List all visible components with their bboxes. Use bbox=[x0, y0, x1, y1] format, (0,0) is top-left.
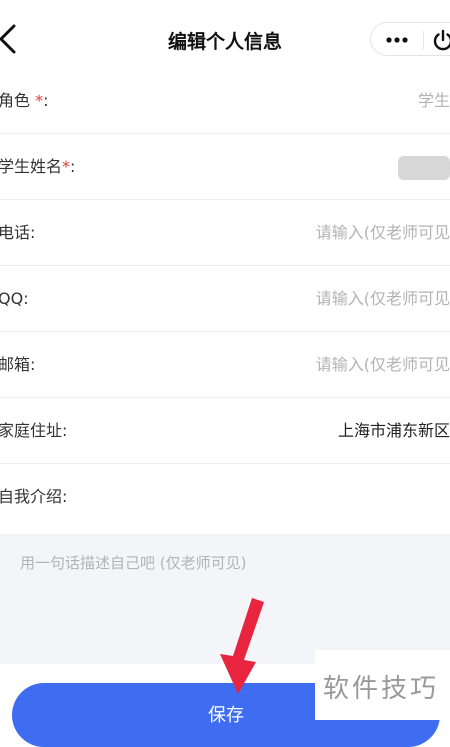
address-row[interactable]: 家庭住址: 上海市浦东新区 bbox=[0, 398, 450, 464]
student-name-row[interactable]: 学生姓名*: bbox=[0, 134, 450, 200]
phone-input[interactable]: 请输入(仅老师可见 bbox=[316, 200, 450, 266]
student-name-label: 学生姓名*: bbox=[0, 134, 75, 200]
address-input[interactable]: 上海市浦东新区 bbox=[338, 398, 450, 464]
role-label-text: 角色 bbox=[0, 91, 31, 110]
role-label: 角色 *: bbox=[0, 68, 49, 134]
role-row[interactable]: 角色 *: 学生 bbox=[0, 68, 450, 134]
required-mark: * bbox=[35, 91, 44, 110]
email-input[interactable]: 请输入(仅老师可见 bbox=[316, 332, 450, 398]
role-colon: : bbox=[43, 91, 49, 110]
capsule-divider bbox=[423, 31, 424, 49]
intro-label: 自我介绍: bbox=[0, 487, 68, 506]
mini-program-capsule bbox=[370, 22, 450, 56]
qq-row[interactable]: QQ: 请输入(仅老师可见 bbox=[0, 266, 450, 332]
email-row[interactable]: 邮箱: 请输入(仅老师可见 bbox=[0, 332, 450, 398]
required-mark: * bbox=[62, 157, 71, 176]
phone-row[interactable]: 电话: 请输入(仅老师可见 bbox=[0, 200, 450, 266]
annotation-arrow-icon bbox=[220, 598, 264, 694]
qq-label: QQ: bbox=[0, 289, 29, 308]
student-name-value-blurred[interactable] bbox=[398, 156, 450, 180]
phone-label: 电话: bbox=[0, 223, 36, 242]
qq-input[interactable]: 请输入(仅老师可见 bbox=[316, 266, 450, 332]
student-name-colon: : bbox=[70, 157, 76, 176]
watermark: 软件技巧 bbox=[315, 650, 450, 720]
watermark-text: 软件技巧 bbox=[323, 674, 440, 704]
power-icon[interactable] bbox=[431, 29, 450, 51]
student-name-label-text: 学生姓名 bbox=[0, 157, 63, 176]
address-label: 家庭住址: bbox=[0, 421, 68, 440]
email-label: 邮箱: bbox=[0, 355, 36, 374]
more-dots-icon[interactable] bbox=[385, 32, 409, 48]
intro-row: 自我介绍: bbox=[0, 464, 450, 530]
role-value: 学生 bbox=[417, 91, 450, 110]
